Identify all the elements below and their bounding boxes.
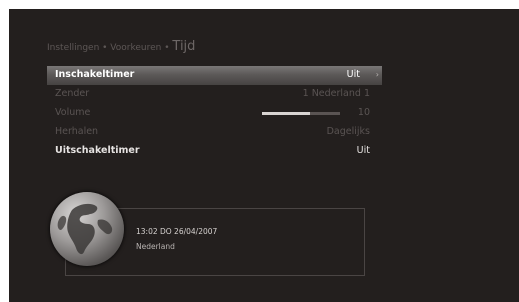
menu-item-label: Inschakeltimer [55,69,135,80]
menu-item-zender: Zender 1 Nederland 1 [47,85,382,104]
menu-item-label: Volume [55,107,91,118]
breadcrumb-path: Instellingen • Voorkeuren • [47,43,170,53]
current-time: 13:02 DO 26/04/2007 [136,227,218,236]
menu-item-label: Zender [55,88,90,99]
menu-item-value: Uit [356,145,370,156]
globe-continents [57,203,113,255]
menu-item-label: Uitschakeltimer [55,145,140,156]
settings-menu: Inschakeltimer Uit › Zender 1 Nederland … [47,66,382,161]
menu-item-value: Dagelijks [326,126,370,137]
chevron-right-icon: › [375,70,379,79]
menu-item-inschakeltimer[interactable]: Inschakeltimer Uit › [47,66,382,85]
breadcrumb-current: Tijd [172,39,196,54]
breadcrumb: Instellingen • Voorkeuren • Tijd [47,39,195,54]
volume-bar [262,112,340,115]
menu-item-value: 10 [357,107,370,118]
menu-item-uitschakeltimer[interactable]: Uitschakeltimer Uit [47,142,382,161]
menu-item-volume: Volume 10 [47,104,382,123]
menu-item-herhalen: Herhalen Dagelijks [47,123,382,142]
menu-item-label: Herhalen [55,126,99,137]
volume-bar-fill [262,112,311,115]
menu-item-value: Uit [346,69,360,80]
globe-icon [50,192,124,266]
tv-screen: Instellingen • Voorkeuren • Tijd Inschak… [9,9,519,302]
menu-item-value: 1 Nederland 1 [302,88,370,99]
time-region: Nederland [136,242,175,251]
